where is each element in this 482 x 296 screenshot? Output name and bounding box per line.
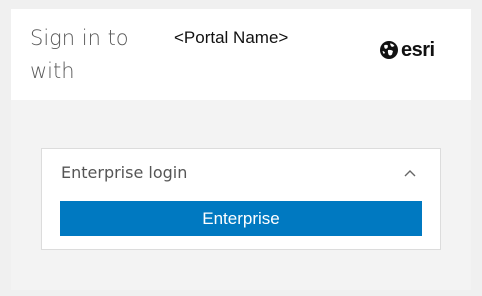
enterprise-login-title[interactable]: Enterprise login (61, 163, 187, 182)
esri-logo: esri (379, 40, 435, 60)
sign-in-dialog: Sign in to with <Portal Name> esri Enter… (11, 9, 471, 290)
portal-name: <Portal Name> (174, 28, 289, 47)
sign-in-title: Sign in to with (30, 26, 129, 83)
esri-logo-text: esri (401, 39, 435, 61)
globe-icon (380, 41, 398, 59)
dialog-header: Sign in to with <Portal Name> esri (11, 9, 471, 100)
enterprise-button[interactable]: Enterprise (60, 201, 422, 236)
enterprise-login-panel: Enterprise login Enterprise (41, 148, 441, 250)
chevron-up-icon[interactable] (402, 167, 418, 179)
